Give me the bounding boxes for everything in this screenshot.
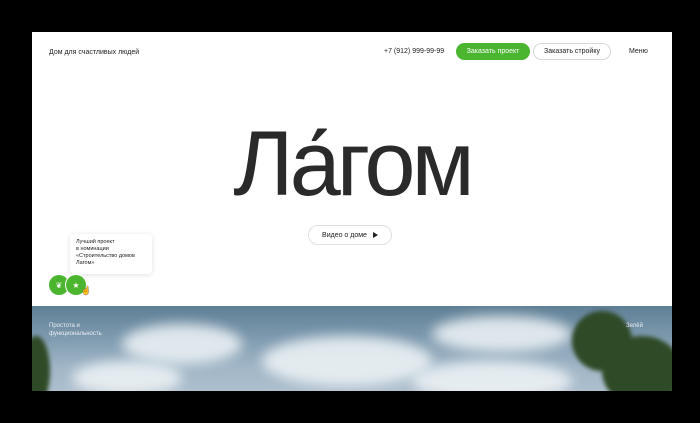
hero-photo: Простота и функциональность Зелёй bbox=[32, 306, 672, 391]
cloud bbox=[122, 324, 242, 364]
video-button-label: Видео о доме bbox=[322, 231, 367, 239]
photo-caption-line: функциональность bbox=[49, 330, 102, 337]
page: Дом для счастливых людей +7 (912) 999-99… bbox=[32, 32, 672, 391]
brand-logo: Ла́гом bbox=[233, 113, 475, 215]
cloud bbox=[72, 361, 182, 391]
phone-link[interactable]: +7 (912) 999-99-99 bbox=[384, 48, 444, 55]
video-button[interactable]: Видео о доме bbox=[308, 225, 392, 245]
award-line: в номинации bbox=[76, 245, 109, 252]
award-line: Лучший проект bbox=[76, 239, 115, 245]
tagline: Дом для счастливых людей bbox=[49, 49, 140, 56]
photo-label: Зелёй bbox=[626, 323, 643, 329]
play-icon bbox=[372, 232, 378, 238]
order-project-button[interactable]: Заказать проект bbox=[456, 43, 530, 60]
hand-cursor-icon: ☝ bbox=[81, 286, 91, 295]
cloud bbox=[262, 336, 432, 386]
photo-caption: Простота и функциональность bbox=[49, 323, 102, 339]
cloud bbox=[432, 316, 572, 352]
menu-button[interactable]: Меню bbox=[629, 48, 648, 55]
order-build-button[interactable]: Заказать стройку bbox=[533, 43, 611, 60]
award-line: Лагом» bbox=[76, 259, 95, 266]
tree bbox=[32, 336, 50, 391]
cloud bbox=[412, 361, 572, 391]
award-line: «Строительство домов bbox=[76, 252, 135, 259]
photo-caption-line: Простота и bbox=[49, 323, 80, 329]
leaf-icon: ❦ bbox=[55, 280, 63, 290]
award-card: Лучший проект в номинации «Строительство… bbox=[70, 234, 152, 274]
star-icon: ★ bbox=[72, 280, 80, 290]
